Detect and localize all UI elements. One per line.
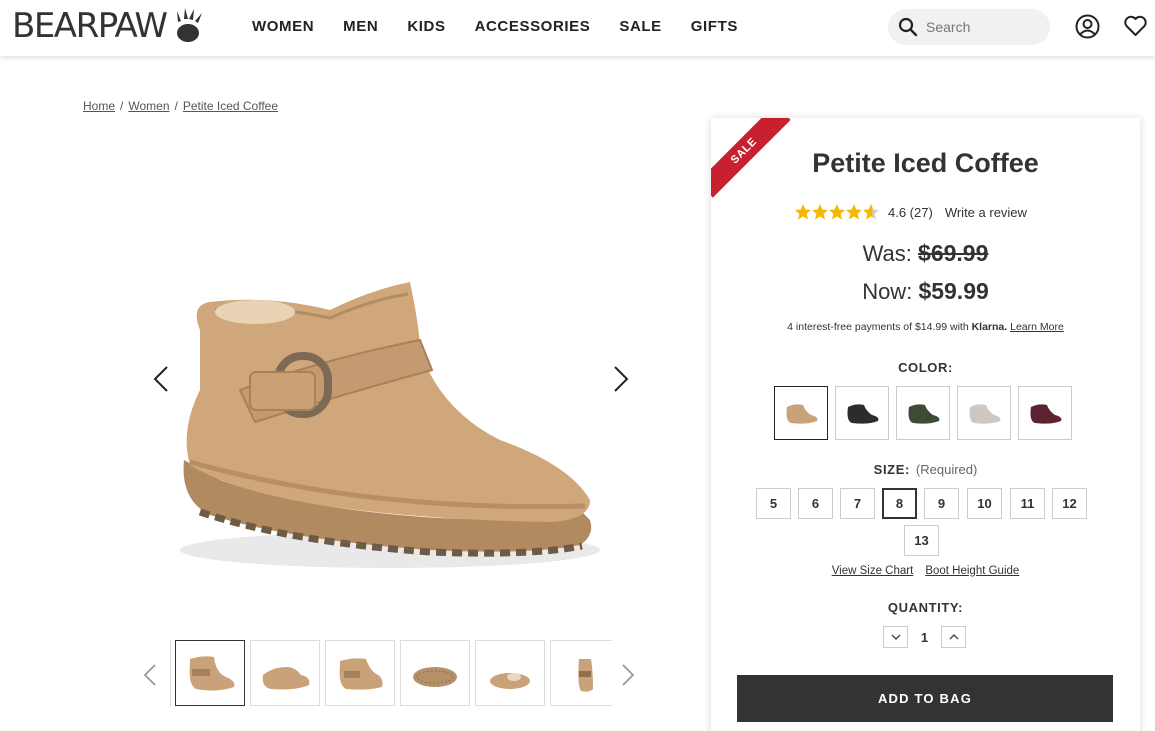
- now-label: Now:: [862, 279, 919, 304]
- add-to-bag-button[interactable]: ADD TO BAG: [737, 675, 1113, 722]
- thumbnail-6[interactable]: [550, 640, 612, 706]
- wishlist-heart-icon[interactable]: [1123, 14, 1148, 38]
- main-product-image: [180, 282, 600, 568]
- thumbs-prev-arrow-icon[interactable]: [143, 663, 157, 687]
- color-label: COLOR:: [898, 360, 953, 375]
- paw-icon: [176, 8, 202, 42]
- search-input[interactable]: [926, 19, 1036, 35]
- thumbnail-5[interactable]: [475, 640, 545, 706]
- size-guides: View Size Chart Boot Height Guide: [711, 565, 1140, 577]
- main-nav: WOMEN MEN KIDS ACCESSORIES SALE GIFTS: [252, 18, 767, 35]
- nav-kids[interactable]: KIDS: [407, 18, 445, 35]
- klarna-text: 4 interest-free payments of $14.99 with: [787, 321, 972, 333]
- thumbnail-1[interactable]: [175, 640, 245, 706]
- breadcrumb-home[interactable]: Home: [83, 99, 115, 113]
- view-size-chart-link[interactable]: View Size Chart: [832, 565, 914, 577]
- breadcrumb-women[interactable]: Women: [128, 99, 169, 113]
- product-panel: SALE Petite Iced Coffee 4.6 (27) Write a…: [711, 118, 1140, 731]
- nav-women[interactable]: WOMEN: [252, 18, 314, 35]
- was-label: Was:: [862, 241, 919, 266]
- quantity-decrease-button[interactable]: [883, 626, 908, 648]
- breadcrumb: Home / Women / Petite Iced Coffee: [83, 99, 279, 113]
- chevron-down-icon: [891, 634, 900, 640]
- price-was: Was: $69.99: [711, 240, 1140, 267]
- size-option[interactable]: 9: [924, 488, 959, 519]
- bearpaw-logo[interactable]: BEARPAW: [12, 6, 207, 46]
- size-option[interactable]: 13: [904, 525, 939, 556]
- thumbnail-4[interactable]: [400, 640, 470, 706]
- write-review-link[interactable]: Write a review: [945, 205, 1027, 220]
- color-swatch-gray[interactable]: [957, 386, 1011, 440]
- boot-height-guide-link[interactable]: Boot Height Guide: [925, 565, 1019, 577]
- size-option[interactable]: 5: [756, 488, 791, 519]
- quantity-value[interactable]: 1: [908, 630, 941, 645]
- size-option[interactable]: 6: [798, 488, 833, 519]
- quantity-increase-button[interactable]: [941, 626, 966, 648]
- size-option[interactable]: 7: [840, 488, 875, 519]
- klarna-brand: Klarna.: [971, 321, 1008, 333]
- rating-row: 4.6 (27) Write a review: [794, 203, 1027, 221]
- klarna-learn-more-link[interactable]: Learn More: [1010, 321, 1064, 333]
- size-option[interactable]: 11: [1010, 488, 1045, 519]
- thumbnail-strip: [170, 639, 612, 707]
- klarna-message: 4 interest-free payments of $14.99 with …: [711, 321, 1140, 333]
- star-rating-icon[interactable]: [794, 203, 880, 221]
- nav-sale[interactable]: SALE: [619, 18, 661, 35]
- chevron-up-icon: [949, 634, 958, 640]
- size-required-note: (Required): [915, 462, 978, 477]
- quantity-label: QUANTITY:: [887, 600, 964, 615]
- size-label-row: SIZE: (Required): [711, 462, 1140, 477]
- account-icon[interactable]: [1075, 14, 1100, 39]
- thumbnail-3[interactable]: [325, 640, 395, 706]
- color-swatch-chestnut[interactable]: [774, 386, 828, 440]
- quantity-stepper: 1: [883, 626, 966, 648]
- color-swatch-olive[interactable]: [896, 386, 950, 440]
- price-now: Now: $59.99: [711, 278, 1140, 305]
- color-swatches: [774, 386, 1072, 440]
- rating-score[interactable]: 4.6 (27): [888, 205, 933, 220]
- now-price: $59.99: [918, 278, 989, 304]
- breadcrumb-current[interactable]: Petite Iced Coffee: [183, 99, 278, 113]
- product-title: Petite Iced Coffee: [812, 148, 1039, 178]
- size-option[interactable]: 10: [967, 488, 1002, 519]
- nav-gifts[interactable]: GIFTS: [691, 18, 738, 35]
- site-header: BEARPAW WOMEN MEN KIDS ACCESSORIES SALE …: [0, 0, 1155, 56]
- color-swatch-wine[interactable]: [1018, 386, 1072, 440]
- size-option[interactable]: 12: [1052, 488, 1087, 519]
- search-icon: [898, 17, 918, 37]
- thumbnail-2[interactable]: [250, 640, 320, 706]
- size-label: SIZE:: [873, 462, 910, 477]
- prev-image-arrow-icon[interactable]: [152, 365, 170, 393]
- search-box[interactable]: [888, 9, 1050, 45]
- size-option-selected[interactable]: 8: [882, 488, 917, 519]
- nav-accessories[interactable]: ACCESSORIES: [475, 18, 591, 35]
- was-price: $69.99: [918, 240, 989, 266]
- color-swatch-black[interactable]: [835, 386, 889, 440]
- logo-text: BEARPAW: [12, 6, 168, 46]
- thumbs-next-arrow-icon[interactable]: [621, 663, 635, 687]
- nav-men[interactable]: MEN: [343, 18, 378, 35]
